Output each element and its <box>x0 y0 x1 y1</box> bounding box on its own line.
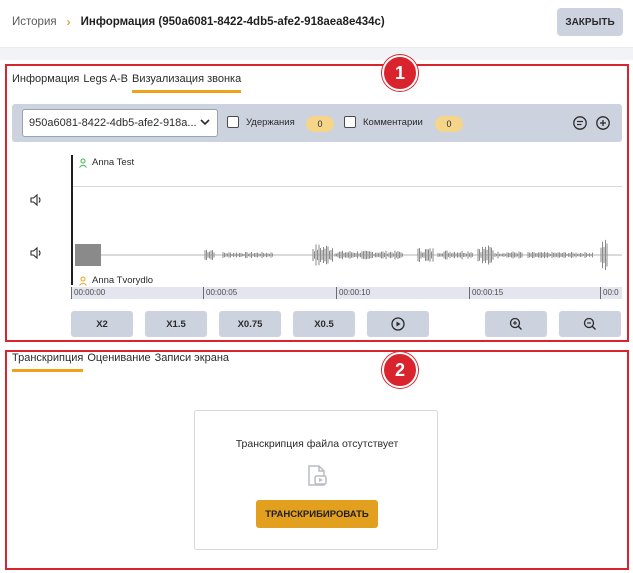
speaker-a-label: Anna Test <box>78 157 134 168</box>
visualization-toolbar: 950a6081-8422-4db5-afe2-918a... Удержани… <box>12 104 622 142</box>
breadcrumb-history-link[interactable]: История <box>12 16 57 28</box>
call-select-value: 950a6081-8422-4db5-afe2-918a... <box>29 117 197 129</box>
holds-count-badge: 0 <box>306 116 334 132</box>
tab-evaluation[interactable]: Оценивание <box>87 352 150 372</box>
tab-screen-recordings[interactable]: Записи экрана <box>155 352 229 372</box>
timeline-tick: 00:00:05 <box>203 287 237 299</box>
timeline-tick: 00:00:10 <box>336 287 370 299</box>
transcription-empty-state: Транскрипция файла отсутствует ТРАНСКРИБ… <box>194 410 438 550</box>
top-tabs: Информация Legs A-B Визуализация звонка <box>12 73 245 93</box>
zoom-in-icon <box>509 317 522 330</box>
speaker-b-label: Anna Tvorydlo <box>78 275 153 286</box>
speaker-b-waveform[interactable] <box>73 238 622 272</box>
breadcrumb-separator: › <box>66 15 71 29</box>
speaker-a-volume-icon[interactable] <box>29 193 43 207</box>
comments-count-badge: 0 <box>435 116 463 132</box>
page-title: Информация (950a6081-8422-4db5-afe2-918a… <box>80 16 385 28</box>
timeline[interactable]: 00:00:00 00:00:05 00:00:10 00:00:15 00:0 <box>71 287 622 299</box>
callout-badge-1: 1 <box>382 55 418 91</box>
speaker-a-name: Anna Test <box>92 157 135 168</box>
timeline-tick: 00:00:00 <box>71 287 105 299</box>
speaker-b-name: Anna Tvorydlo <box>92 275 154 286</box>
zoom-out-icon <box>583 317 596 330</box>
top-bar: История › Информация (950a6081-8422-4db5… <box>0 0 633 48</box>
comment-icon[interactable] <box>572 115 588 131</box>
tab-information[interactable]: Информация <box>12 73 79 93</box>
speed-x0-75-button[interactable]: X0.75 <box>219 311 281 337</box>
speed-x0-5-button[interactable]: X0.5 <box>293 311 355 337</box>
user-icon <box>79 276 87 286</box>
close-button[interactable]: ЗАКРЫТЬ <box>557 8 623 36</box>
tab-call-visualization[interactable]: Визуализация звонка <box>132 73 242 93</box>
play-button[interactable] <box>367 311 429 337</box>
add-comment-icon[interactable] <box>595 115 611 131</box>
play-icon <box>391 317 405 331</box>
transcribe-button[interactable]: ТРАНСКРИБИРОВАТЬ <box>256 500 378 528</box>
bottom-tabs: Транскрипция Оценивание Записи экрана <box>12 352 233 372</box>
speed-x1-5-button[interactable]: X1.5 <box>145 311 207 337</box>
holds-checkbox[interactable] <box>227 116 239 128</box>
chevron-down-icon <box>200 119 210 126</box>
call-select[interactable]: 950a6081-8422-4db5-afe2-918a... <box>22 109 218 137</box>
zoom-in-button[interactable] <box>485 311 547 337</box>
zoom-out-button[interactable] <box>559 311 621 337</box>
empty-message: Транскрипция файла отсутствует <box>235 438 399 450</box>
file-audio-icon <box>308 465 327 486</box>
channel-divider <box>73 186 622 187</box>
comments-label: Комментарии <box>363 117 423 128</box>
user-icon <box>79 158 87 168</box>
speed-x2-button[interactable]: X2 <box>71 311 133 337</box>
timeline-tick: 00:0 <box>600 287 619 299</box>
header-divider <box>0 48 633 60</box>
tab-transcription[interactable]: Транскрипция <box>12 352 84 372</box>
breadcrumb: История › Информация (950a6081-8422-4db5… <box>12 15 385 29</box>
comments-checkbox[interactable] <box>344 116 356 128</box>
timeline-tick: 00:00:15 <box>469 287 503 299</box>
tab-legs-ab[interactable]: Legs A-B <box>83 73 128 93</box>
speaker-b-volume-icon[interactable] <box>29 246 43 260</box>
holds-label: Удержания <box>246 117 295 128</box>
callout-badge-2: 2 <box>382 352 418 388</box>
